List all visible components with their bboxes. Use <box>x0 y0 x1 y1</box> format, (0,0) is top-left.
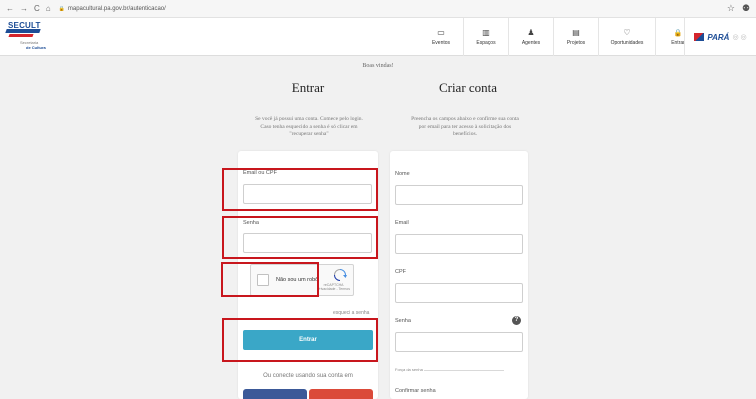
cpf-label: CPF <box>395 269 406 275</box>
logo-subtitle-2: de Cultura <box>26 45 46 50</box>
signup-email-label: Email <box>395 220 409 226</box>
address-bar[interactable]: 🔒 mapacultural.pa.gov.br/autenticacao/ <box>59 6 166 12</box>
highlight-recaptcha <box>221 262 319 297</box>
nav-label: Projetos <box>566 40 586 46</box>
login-desc-line: Se você já possui uma conta. Comece pelo… <box>255 116 363 122</box>
lock-icon: 🔒 <box>673 29 683 37</box>
welcome-text: Boas vindas! <box>362 63 394 69</box>
nav-projetos[interactable]: ▤ Projetos <box>554 18 598 56</box>
nav-espacos[interactable]: ▥ Espaços <box>464 18 508 56</box>
nav-oportunidades[interactable]: ♡ Oportunidades <box>599 18 655 56</box>
highlight-password <box>222 216 378 259</box>
para-flag-icon <box>694 33 705 41</box>
recaptcha-terms-link[interactable]: Privacidade - Termos <box>317 287 350 291</box>
gov-seals-icon: ◎ ◎ <box>732 34 747 41</box>
signup-email-input[interactable] <box>395 234 523 254</box>
recaptcha-icon <box>334 269 347 281</box>
lock-icon: 🔒 <box>58 5 65 12</box>
secult-logo[interactable]: SECULT Secretaria de Cultura <box>5 21 64 51</box>
nav-label: Eventos <box>431 40 451 46</box>
nav-label: Entrar <box>671 39 685 46</box>
reload-icon[interactable]: C <box>34 4 40 13</box>
social-login-text: Ou conecte usando sua conta em <box>263 373 353 379</box>
person-icon: ♟ <box>527 28 535 37</box>
confirm-password-label: Confirmar senha <box>395 388 436 394</box>
site-header: SECULT Secretaria de Cultura ▭ Eventos ▥… <box>0 18 756 56</box>
login-title: Entrar <box>291 80 325 95</box>
calendar-icon: ▭ <box>437 28 445 37</box>
signup-description: Preencha os campos abaixo e confirme sua… <box>384 116 546 139</box>
nav-agentes[interactable]: ♟ Agentes <box>509 18 553 56</box>
profile-icon[interactable]: ⚉ <box>742 3 750 14</box>
nav-label: Oportunidades <box>610 40 644 46</box>
back-icon[interactable]: ← <box>6 4 14 13</box>
facebook-login-button[interactable] <box>243 389 307 399</box>
forward-icon[interactable]: → <box>20 4 28 13</box>
login-desc-line: "recuperar senha" <box>289 131 329 137</box>
login-desc-line: Caso tenha esquecido a senha é só clicar… <box>260 123 358 130</box>
home-icon[interactable]: ⌂ <box>46 4 51 13</box>
password-strength-bar <box>424 370 504 371</box>
help-icon[interactable]: ? <box>512 316 521 325</box>
signup-desc-line: benefícios. <box>453 131 477 137</box>
document-icon: ▤ <box>572 28 580 37</box>
signup-password-label: Senha <box>395 318 411 324</box>
forgot-password-link[interactable]: esqueci a senha <box>333 310 369 316</box>
highlight-email <box>222 168 378 211</box>
highlight-submit <box>222 318 378 362</box>
lightbulb-icon: ♡ <box>623 28 631 37</box>
signup-title: Criar conta <box>438 80 498 95</box>
building-icon: ▥ <box>482 28 490 37</box>
nav-label: Espaços <box>476 40 496 46</box>
logo-stripe-red <box>8 34 34 37</box>
recaptcha-brand: reCAPTCHA Privacidade - Termos <box>317 283 350 291</box>
google-login-button[interactable] <box>309 389 373 399</box>
browser-toolbar: ← → C ⌂ 🔒 mapacultural.pa.gov.br/autenti… <box>0 0 756 18</box>
nav-eventos[interactable]: ▭ Eventos <box>419 18 463 56</box>
logo-stripe-blue <box>5 29 41 33</box>
signup-password-input[interactable] <box>395 332 523 352</box>
password-strength-label: Força da senha <box>395 367 423 372</box>
main-nav: ▭ Eventos ▥ Espaços ♟ Agentes ▤ Projetos… <box>419 18 700 56</box>
gov-para-logo[interactable]: PARÁ ◎ ◎ <box>684 18 756 56</box>
signup-desc-line: Preencha os campos abaixo e confirme sua… <box>411 116 519 122</box>
login-description: Se você já possui uma conta. Comece pelo… <box>228 116 390 139</box>
signup-desc-line: por email para ter acesso à solicitação … <box>418 123 512 130</box>
gov-logo-text: PARÁ <box>707 32 730 42</box>
nav-label: Agentes <box>521 40 541 46</box>
name-input[interactable] <box>395 185 523 205</box>
bookmark-star-icon[interactable]: ☆ <box>727 3 735 14</box>
address-text: mapacultural.pa.gov.br/autenticacao/ <box>67 5 166 12</box>
cpf-input[interactable] <box>395 283 523 303</box>
name-label: Nome <box>395 171 410 177</box>
